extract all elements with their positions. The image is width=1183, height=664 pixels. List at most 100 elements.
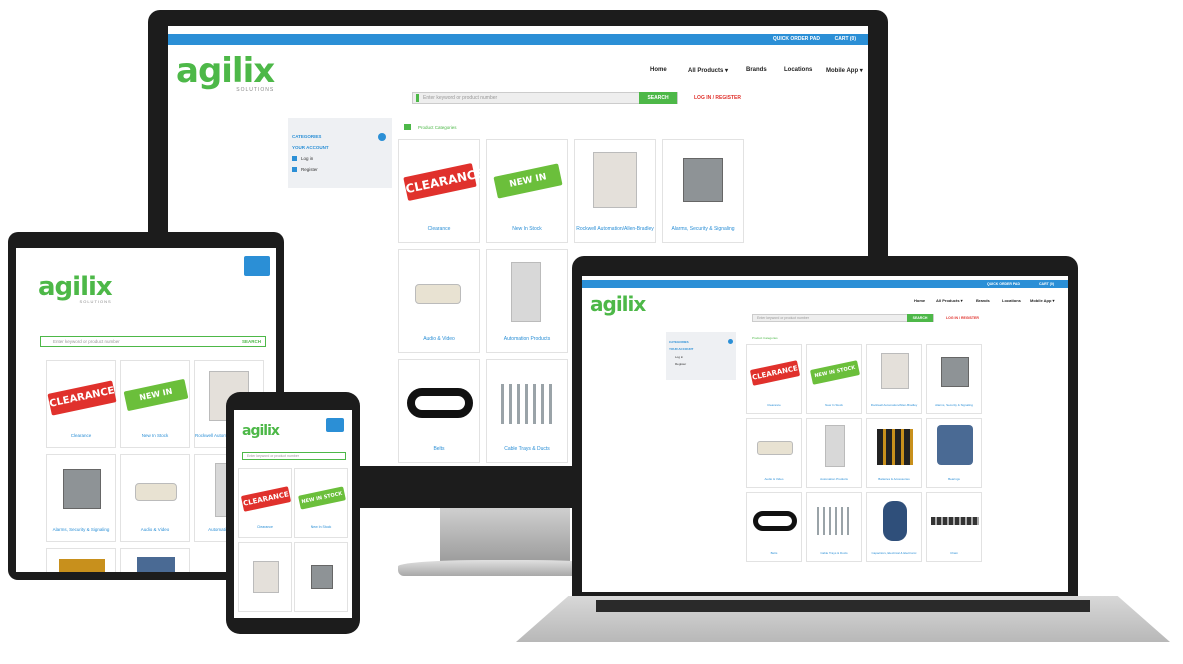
tile-caption[interactable]: Cable Trays & Ducts	[807, 551, 861, 555]
breadcrumb[interactable]: Product Categories	[752, 336, 778, 340]
tile-caption[interactable]: Clearance	[747, 403, 801, 407]
tile-caption[interactable]: New In Stock	[487, 226, 567, 232]
login-register-link[interactable]: LOG IN / REGISTER	[946, 316, 979, 320]
category-tile-rockwell[interactable]	[238, 542, 292, 612]
search-input[interactable]: Enter keyword or product number	[753, 316, 907, 320]
category-tile-chain[interactable]: Chain	[926, 492, 982, 562]
category-tile-cable-trays[interactable]: Cable Trays & Ducts	[486, 359, 568, 463]
quick-order-link[interactable]: QUICK ORDER PAD	[773, 36, 820, 42]
nav-mobile-app[interactable]: Mobile App ▾	[826, 67, 863, 74]
category-tile-new-in-stock[interactable]: NEW IN STOCK New In Stock	[486, 139, 568, 243]
tile-caption[interactable]: Automation Products	[487, 336, 567, 342]
tile-caption[interactable]: Capacitors, Electrical & Electronic	[867, 551, 921, 555]
login-register-link[interactable]: LOG IN / REGISTER	[694, 95, 741, 101]
info-icon[interactable]	[728, 339, 733, 344]
tile-caption[interactable]: Batteries & Accessories	[867, 477, 921, 481]
quick-order-link[interactable]: QUICK ORDER PAD	[987, 282, 1020, 286]
tile-caption[interactable]: Audio & Video	[121, 527, 189, 532]
category-tile-alarms[interactable]	[294, 542, 348, 612]
category-tile-cable-trays[interactable]: Cable Trays & Ducts	[806, 492, 862, 562]
nav-all-products[interactable]: All Products ▾	[936, 298, 963, 303]
category-tile-belts[interactable]: Belts	[746, 492, 802, 562]
tile-caption[interactable]: Audio & Video	[747, 477, 801, 481]
capacitor-image	[883, 501, 907, 541]
tile-caption[interactable]: Automation Products	[807, 477, 861, 481]
sidebar-register[interactable]: Register	[675, 362, 686, 366]
category-tile-clearance[interactable]: CLEARANCE Clearance	[398, 139, 485, 243]
tile-caption[interactable]: Alarms, Security & Signaling	[927, 403, 981, 407]
tile-caption[interactable]: New In Stock	[807, 403, 861, 407]
hamburger-button[interactable]	[244, 256, 270, 276]
tile-caption[interactable]: Chain	[927, 551, 981, 555]
tile-caption[interactable]: Bearings	[927, 477, 981, 481]
category-tile-batteries[interactable]	[46, 548, 116, 572]
tile-caption[interactable]: Clearance	[239, 525, 291, 529]
info-icon[interactable]	[378, 133, 386, 141]
tile-caption[interactable]: Rockwell Automation/Allen-Bradley	[575, 226, 655, 232]
nav-home[interactable]: Home	[914, 298, 925, 303]
tile-caption[interactable]: New In Stock	[121, 433, 189, 438]
nav-all-products[interactable]: All Products ▾	[688, 67, 728, 74]
category-tile-alarms[interactable]: Alarms, Security & Signaling	[46, 454, 116, 542]
nav-brands[interactable]: Brands	[746, 67, 767, 73]
category-tile-rockwell[interactable]: Rockwell Automation/Allen-Bradley	[574, 139, 656, 243]
tile-caption[interactable]: Belts	[747, 551, 801, 555]
search-input[interactable]: Enter keyword or product number	[419, 95, 639, 101]
category-tile-new-in-stock[interactable]: NEW IN STOCK New In Stock	[806, 344, 862, 414]
hamburger-button[interactable]	[326, 418, 344, 432]
category-tile-capacitors[interactable]: Capacitors, Electrical & Electronic	[866, 492, 922, 562]
category-tile-bearings[interactable]	[120, 548, 190, 572]
nav-mobile-app[interactable]: Mobile App ▾	[1030, 298, 1055, 303]
nav-home[interactable]: Home	[650, 67, 667, 73]
category-tile-new-in-stock[interactable]: NEW IN STOCK New In Stock	[120, 360, 190, 448]
category-tile-batteries[interactable]: Batteries & Accessories	[866, 418, 922, 488]
tile-caption[interactable]: Alarms, Security & Signaling	[663, 226, 743, 232]
category-tile-alarms[interactable]: Alarms, Security & Signaling	[926, 344, 982, 414]
category-tile-clearance[interactable]: CLEARANCE Clearance	[238, 468, 292, 538]
tile-caption[interactable]: Alarms, Security & Signaling	[47, 527, 115, 532]
category-tile-audio-video[interactable]: Audio & Video	[120, 454, 190, 542]
tile-caption[interactable]: Belts	[399, 446, 479, 452]
category-tile-belts[interactable]: Belts	[398, 359, 480, 463]
home-icon[interactable]	[404, 124, 411, 130]
site-logo[interactable]: agilix	[590, 294, 646, 314]
category-tile-audio-video[interactable]: Audio & Video	[746, 418, 802, 488]
category-tile-automation[interactable]: Automation Products	[806, 418, 862, 488]
search-input[interactable]: Enter keyword or product number	[243, 454, 345, 458]
tile-caption[interactable]: New In Stock	[295, 525, 347, 529]
sidebar-register[interactable]: Register	[301, 167, 318, 172]
relay-image	[881, 353, 909, 389]
tile-caption[interactable]: Rockwell Automation/Allen-Bradley	[867, 403, 921, 407]
category-tile-alarms[interactable]: Alarms, Security & Signaling	[662, 139, 744, 243]
tablet-logo[interactable]: agilix SOLUTIONS	[38, 274, 113, 304]
nav-brands[interactable]: Brands	[976, 298, 990, 303]
category-tile-new-in-stock[interactable]: NEW IN STOCK New In Stock	[294, 468, 348, 538]
cart-link[interactable]: CART (0)	[835, 36, 856, 42]
category-tile-clearance[interactable]: CLEARANCE Clearance	[46, 360, 117, 448]
tile-caption[interactable]: Cable Trays & Ducts	[487, 446, 567, 452]
clearance-tag: CLEARANCE	[240, 486, 292, 512]
sidebar-categories[interactable]: CATEGORIES	[669, 340, 689, 344]
search-button[interactable]: SEARCH	[907, 314, 933, 322]
category-tile-bearings[interactable]: Bearings	[926, 418, 982, 488]
sidebar-login[interactable]: Log in	[301, 156, 313, 161]
category-tile-automation[interactable]: Automation Products	[486, 249, 568, 353]
nav-locations[interactable]: Locations	[1002, 298, 1021, 303]
cart-link[interactable]: CART (0)	[1039, 282, 1054, 286]
laptop-keyboard	[596, 600, 1090, 612]
category-tile-clearance[interactable]: CLEARANCE Clearance	[746, 344, 802, 414]
site-logo[interactable]: agilix SOLUTIONS	[176, 54, 275, 93]
search-button[interactable]: SEARCH	[639, 92, 677, 104]
category-tile-audio-video[interactable]: Audio & Video	[398, 249, 480, 353]
search-button[interactable]: SEARCH	[242, 339, 265, 344]
search-input[interactable]: Enter keyword or product number	[41, 339, 242, 344]
phone-logo[interactable]: agilix	[242, 424, 280, 438]
tile-caption[interactable]: Clearance	[47, 433, 115, 438]
nav-locations[interactable]: Locations	[784, 67, 812, 73]
tile-caption[interactable]: Clearance	[399, 226, 479, 232]
breadcrumb[interactable]: Product Categories	[418, 125, 457, 130]
sidebar-categories[interactable]: CATEGORIES	[292, 134, 321, 139]
category-tile-rockwell[interactable]: Rockwell Automation/Allen-Bradley	[866, 344, 922, 414]
sidebar-login[interactable]: Log in	[675, 355, 683, 359]
tile-caption[interactable]: Audio & Video	[399, 336, 479, 342]
